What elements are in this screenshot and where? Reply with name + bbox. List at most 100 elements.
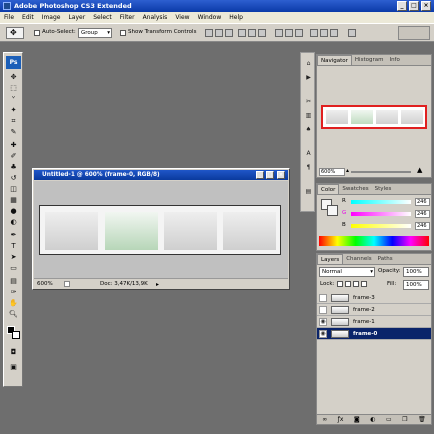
character-panel-icon[interactable]: A — [303, 149, 314, 158]
canvas[interactable] — [39, 205, 281, 255]
auto-select-checkbox[interactable] — [34, 30, 40, 36]
move-tool-icon[interactable]: ✥ — [7, 73, 20, 82]
history-brush-tool-icon[interactable]: ↺ — [7, 174, 20, 183]
trash-icon[interactable]: 🗑︎ — [418, 415, 426, 424]
tab-color[interactable]: Color — [317, 184, 340, 194]
red-slider[interactable] — [351, 200, 411, 204]
menu-window[interactable]: Window — [198, 14, 222, 21]
eye-icon[interactable]: ◉ — [319, 330, 327, 338]
pen-tool-icon[interactable]: ✒ — [7, 231, 20, 240]
align-top-icon[interactable] — [205, 29, 213, 37]
blend-mode-dropdown[interactable]: Normal ▾ — [319, 267, 375, 277]
blue-slider[interactable] — [351, 224, 411, 228]
lock-position-icon[interactable] — [353, 281, 359, 287]
align-left-icon[interactable] — [238, 29, 246, 37]
color-spectrum-ramp[interactable] — [319, 236, 429, 246]
distribute-bottom-icon[interactable] — [295, 29, 303, 37]
canvas-area[interactable] — [34, 181, 288, 278]
menu-image[interactable]: Image — [42, 14, 61, 21]
dodge-tool-icon[interactable]: ◐ — [7, 218, 20, 227]
paragraph-panel-icon[interactable]: ¶ — [303, 163, 314, 172]
menu-filter[interactable]: Filter — [120, 14, 135, 21]
tool-preset-picker[interactable]: ✥ — [6, 27, 24, 39]
mask-icon[interactable]: ◙ — [354, 415, 360, 424]
align-bottom-icon[interactable] — [225, 29, 233, 37]
magic-wand-tool-icon[interactable]: ✦ — [7, 106, 20, 115]
actions-panel-icon[interactable]: ▶ — [303, 73, 314, 82]
lock-pixels-icon[interactable] — [345, 281, 351, 287]
link-icon[interactable]: ∞ — [322, 415, 327, 424]
clone-stamp-tool-icon[interactable]: ♣ — [7, 163, 20, 172]
red-value-field[interactable]: 246 — [415, 198, 430, 206]
blur-tool-icon[interactable]: ● — [7, 207, 20, 216]
navigator-zoom-slider[interactable] — [351, 171, 411, 173]
lasso-tool-icon[interactable]: ᘁ — [7, 95, 20, 104]
workspace-switcher[interactable] — [398, 26, 430, 40]
tab-paths[interactable]: Paths — [375, 254, 396, 264]
align-right-icon[interactable] — [258, 29, 266, 37]
align-hcenter-icon[interactable] — [248, 29, 256, 37]
visibility-toggle[interactable] — [319, 294, 327, 302]
doc-minimize-button[interactable]: _ — [256, 171, 264, 179]
auto-select-dropdown[interactable]: Group ▾ — [78, 28, 112, 38]
folder-icon[interactable]: ▭ — [386, 415, 392, 424]
clone-source-icon[interactable]: ♠ — [303, 125, 314, 134]
distribute-left-icon[interactable] — [310, 29, 318, 37]
tab-layers[interactable]: Layers — [317, 254, 344, 264]
visibility-toggle[interactable] — [319, 306, 327, 314]
maximize-button[interactable]: □ — [409, 1, 419, 11]
distribute-hcenter-icon[interactable] — [320, 29, 328, 37]
distribute-right-icon[interactable] — [330, 29, 338, 37]
auto-align-icon[interactable] — [348, 29, 356, 37]
minimize-button[interactable]: _ — [397, 1, 407, 11]
close-button[interactable]: × — [421, 1, 431, 11]
document-zoom[interactable]: 600% — [37, 279, 53, 289]
tab-channels[interactable]: Channels — [343, 254, 374, 264]
adjustment-icon[interactable]: ◐ — [370, 415, 375, 424]
screen-mode-icon[interactable]: ▣ — [7, 363, 20, 372]
type-tool-icon[interactable]: T — [7, 242, 20, 251]
brush-tool-icon[interactable]: ✐ — [7, 152, 20, 161]
tab-info[interactable]: Info — [386, 55, 402, 65]
show-transform-checkbox[interactable] — [120, 30, 126, 36]
fx-icon[interactable]: ƒx — [338, 415, 344, 424]
slice-tool-icon[interactable]: ✎ — [7, 128, 20, 137]
healing-brush-tool-icon[interactable]: ✚ — [7, 141, 20, 150]
lock-all-icon[interactable] — [361, 281, 367, 287]
layer-row-frame-0[interactable]: ◉ frame-0 — [317, 328, 431, 340]
tab-swatches[interactable]: Swatches — [339, 184, 371, 194]
gradient-tool-icon[interactable]: ▦ — [7, 196, 20, 205]
quick-mask-icon[interactable]: ◘ — [7, 348, 20, 357]
opacity-field[interactable]: 100% — [403, 267, 429, 277]
background-color-swatch[interactable] — [12, 331, 20, 339]
lock-transparency-icon[interactable] — [337, 281, 343, 287]
tab-navigator[interactable]: Navigator — [317, 55, 352, 65]
green-value-field[interactable]: 246 — [415, 210, 430, 218]
tab-histogram[interactable]: Histogram — [352, 55, 387, 65]
status-arrow-icon[interactable]: ▸ — [156, 280, 159, 290]
shape-tool-icon[interactable]: ▭ — [7, 264, 20, 273]
zoom-out-icon[interactable]: ▴ — [346, 167, 349, 174]
green-slider[interactable] — [351, 212, 411, 216]
doc-maximize-button[interactable]: □ — [266, 171, 274, 179]
navigator-zoom-field[interactable]: 600% — [319, 168, 345, 176]
zoom-tool-icon[interactable]: 🔍︎ — [7, 310, 20, 319]
history-panel-icon[interactable]: ⌂ — [303, 59, 314, 68]
eyedropper-tool-icon[interactable]: ✑ — [7, 288, 20, 297]
color-background-swatch[interactable] — [327, 205, 338, 216]
new-layer-icon[interactable]: ❐ — [402, 415, 407, 424]
notes-tool-icon[interactable]: ▤ — [7, 277, 20, 286]
hand-tool-icon[interactable]: ✋ — [7, 299, 20, 308]
tab-styles[interactable]: Styles — [372, 184, 395, 194]
align-vcenter-icon[interactable] — [215, 29, 223, 37]
menu-select[interactable]: Select — [93, 14, 112, 21]
layer-row-frame-3[interactable]: frame-3 — [317, 292, 431, 304]
menu-help[interactable]: Help — [229, 14, 243, 21]
menu-view[interactable]: View — [175, 14, 189, 21]
navigator-preview[interactable] — [321, 105, 427, 129]
marquee-tool-icon[interactable]: ⬚ — [7, 84, 20, 93]
menu-file[interactable]: File — [4, 14, 14, 21]
tool-presets-icon[interactable]: ✂ — [303, 97, 314, 106]
menu-layer[interactable]: Layer — [68, 14, 85, 21]
eraser-tool-icon[interactable]: ◫ — [7, 185, 20, 194]
